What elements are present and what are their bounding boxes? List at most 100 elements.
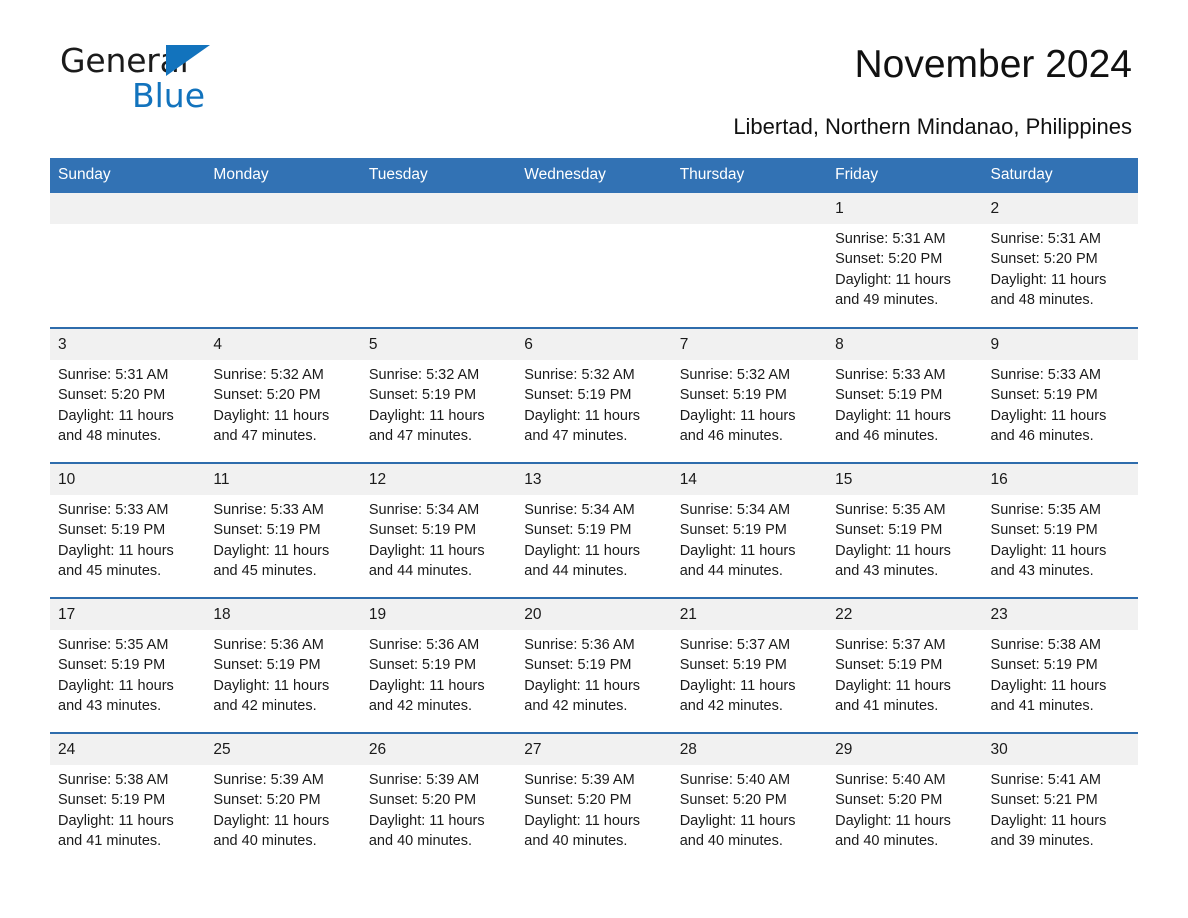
calendar-day-cell[interactable]: 23 Sunrise: 5:38 AM Sunset: 5:19 PM Dayligh…: [982, 597, 1138, 733]
generalblue-logo[interactable]: General Blue: [60, 44, 320, 114]
calendar-day-cell[interactable]: 1 Sunrise: 5:31 AM Sunset: 5:20 PM Daylight…: [827, 193, 983, 328]
calendar-day-cell[interactable]: 6 Sunrise: 5:32 AM Sunset: 5:19 PM Daylight…: [516, 327, 672, 463]
day-number: [205, 193, 361, 224]
calendar-day-cell[interactable]: 24 Sunrise: 5:38 AM Sunset: 5:19 PM Dayligh…: [50, 732, 206, 868]
daylight-text-cont: and 41 minutes.: [990, 697, 1094, 714]
calendar-day-cell[interactable]: 27 Sunrise: 5:39 AM Sunset: 5:20 PM Dayligh…: [516, 732, 672, 868]
daylight-text: Daylight: 11 hours: [58, 407, 174, 424]
calendar-day-cell[interactable]: 15 Sunrise: 5:35 AM Sunset: 5:19 PM Dayligh…: [827, 462, 983, 598]
sunrise-text: Sunrise: 5:32 AM: [679, 367, 791, 383]
day-number: 11: [205, 464, 361, 495]
day-number: 20: [516, 599, 672, 630]
daylight-text: Daylight: 11 hours: [990, 677, 1107, 694]
day-number: 2: [982, 193, 1138, 224]
day-number: 26: [360, 734, 517, 765]
daylight-text: Daylight: 11 hours: [835, 407, 951, 424]
day-number: 6: [516, 329, 672, 360]
calendar-day-cell[interactable]: 3 Sunrise: 5:31 AM Sunset: 5:20 PM Daylight…: [50, 327, 206, 463]
sunset-text: Sunset: 5:19 PM: [524, 522, 632, 539]
daylight-text: Daylight: 11 hours: [368, 542, 485, 559]
sunset-text: Sunset: 5:20 PM: [524, 792, 632, 809]
sunrise-text: Sunrise: 5:34 AM: [679, 502, 791, 518]
daylight-text-cont: and 40 minutes.: [213, 832, 317, 849]
daylight-text-cont: and 45 minutes.: [58, 562, 162, 579]
daylight-text: Daylight: 11 hours: [524, 812, 641, 829]
daylight-text: Daylight: 11 hours: [213, 812, 330, 829]
sunset-text: Sunset: 5:19 PM: [679, 387, 787, 404]
calendar-day-cell[interactable]: 28 Sunrise: 5:40 AM Sunset: 5:20 PM Dayligh…: [671, 732, 828, 868]
calendar-day-cell[interactable]: 7 Sunrise: 5:32 AM Sunset: 5:19 PM Daylight…: [671, 327, 828, 463]
daylight-text: Daylight: 11 hours: [835, 542, 951, 559]
sunrise-text: Sunrise: 5:38 AM: [990, 637, 1101, 653]
sunset-text: Sunset: 5:19 PM: [58, 657, 166, 674]
day-number: 29: [827, 734, 983, 765]
sunrise-text: Sunrise: 5:31 AM: [835, 231, 946, 247]
daylight-text-cont: and 47 minutes.: [368, 427, 473, 444]
day-number: 23: [982, 599, 1138, 630]
sunrise-text: Sunrise: 5:40 AM: [835, 772, 946, 788]
day-number: 12: [360, 464, 517, 495]
daylight-text: Daylight: 11 hours: [679, 677, 796, 694]
calendar-day-cell[interactable]: 10 Sunrise: 5:33 AM Sunset: 5:19 PM Dayligh…: [50, 462, 206, 598]
calendar-table: Sunday Monday Tuesday Wednesday Thursday…: [50, 158, 1138, 868]
sunset-text: Sunset: 5:19 PM: [835, 522, 943, 539]
sunrise-text: Sunrise: 5:35 AM: [835, 502, 946, 518]
day-number: 7: [671, 329, 828, 360]
daylight-text-cont: and 39 minutes.: [990, 832, 1094, 849]
sunrise-text: Sunrise: 5:32 AM: [213, 367, 324, 383]
logo-text-blue: Blue: [132, 76, 206, 115]
calendar-grid: Sunday Monday Tuesday Wednesday Thursday…: [50, 158, 1138, 868]
day-details: Sunrise: 5:33 AM Sunset: 5:19 PM Daylight:…: [205, 495, 360, 581]
daylight-text: Daylight: 11 hours: [213, 677, 330, 694]
day-details: Sunrise: 5:31 AM Sunset: 5:20 PM Daylight:…: [827, 224, 982, 310]
sunset-text: Sunset: 5:20 PM: [835, 792, 943, 809]
calendar-day-cell[interactable]: 18 Sunrise: 5:36 AM Sunset: 5:19 PM Dayligh…: [205, 597, 361, 733]
calendar-day-cell[interactable]: 20 Sunrise: 5:36 AM Sunset: 5:19 PM Dayligh…: [516, 597, 672, 733]
day-number: 4: [205, 329, 361, 360]
calendar-day-cell[interactable]: 5 Sunrise: 5:32 AM Sunset: 5:19 PM Daylight…: [360, 327, 517, 463]
calendar-day-cell[interactable]: 25 Sunrise: 5:39 AM Sunset: 5:20 PM Dayligh…: [205, 732, 361, 868]
sunrise-text: Sunrise: 5:38 AM: [58, 772, 169, 788]
daylight-text: Daylight: 11 hours: [58, 812, 174, 829]
calendar-day-cell[interactable]: 8 Sunrise: 5:33 AM Sunset: 5:19 PM Daylight…: [827, 327, 983, 463]
daylight-text-cont: and 46 minutes.: [835, 427, 939, 444]
daylight-text: Daylight: 11 hours: [990, 542, 1107, 559]
calendar-day-cell[interactable]: 14 Sunrise: 5:34 AM Sunset: 5:19 PM Dayligh…: [671, 462, 828, 598]
calendar-day-cell[interactable]: 11 Sunrise: 5:33 AM Sunset: 5:19 PM Dayligh…: [205, 462, 361, 598]
calendar-day-cell[interactable]: 2 Sunrise: 5:31 AM Sunset: 5:20 PM Daylight…: [982, 193, 1138, 328]
calendar-day-cell[interactable]: 30 Sunrise: 5:41 AM Sunset: 5:21 PM Dayligh…: [982, 732, 1138, 868]
sunset-text: Sunset: 5:19 PM: [524, 657, 632, 674]
sunset-text: Sunset: 5:19 PM: [524, 387, 632, 404]
daylight-text: Daylight: 11 hours: [990, 271, 1107, 288]
daylight-text-cont: and 48 minutes.: [58, 427, 162, 444]
calendar-day-cell[interactable]: 29 Sunrise: 5:40 AM Sunset: 5:20 PM Dayligh…: [827, 732, 983, 868]
calendar-day-cell[interactable]: 22 Sunrise: 5:37 AM Sunset: 5:19 PM Dayligh…: [827, 597, 983, 733]
day-number: 30: [982, 734, 1138, 765]
day-details: Sunrise: 5:33 AM Sunset: 5:19 PM Daylight:…: [983, 360, 1138, 446]
day-details: Sunrise: 5:38 AM Sunset: 5:19 PM Daylight:…: [50, 765, 205, 851]
calendar-day-cell[interactable]: 16 Sunrise: 5:35 AM Sunset: 5:19 PM Dayligh…: [982, 462, 1138, 598]
sunset-text: Sunset: 5:19 PM: [679, 657, 787, 674]
sunrise-text: Sunrise: 5:39 AM: [213, 772, 324, 788]
day-details: Sunrise: 5:37 AM Sunset: 5:19 PM Daylight:…: [827, 630, 982, 716]
calendar-day-cell[interactable]: 4 Sunrise: 5:32 AM Sunset: 5:20 PM Daylight…: [205, 327, 361, 463]
calendar-day-cell[interactable]: 13 Sunrise: 5:34 AM Sunset: 5:19 PM Dayligh…: [516, 462, 672, 598]
calendar-day-cell[interactable]: 19 Sunrise: 5:36 AM Sunset: 5:19 PM Dayligh…: [360, 597, 517, 733]
calendar-day-cell[interactable]: 12 Sunrise: 5:34 AM Sunset: 5:19 PM Dayligh…: [360, 462, 517, 598]
weekday-header-tuesday: Tuesday: [360, 158, 517, 193]
calendar-day-cell[interactable]: 21 Sunrise: 5:37 AM Sunset: 5:19 PM Dayligh…: [671, 597, 828, 733]
day-details: Sunrise: 5:35 AM Sunset: 5:19 PM Daylight:…: [827, 495, 982, 581]
sunrise-text: Sunrise: 5:33 AM: [835, 367, 946, 383]
daylight-text: Daylight: 11 hours: [58, 542, 174, 559]
daylight-text: Daylight: 11 hours: [524, 677, 641, 694]
daylight-text-cont: and 42 minutes.: [213, 697, 317, 714]
calendar-day-cell[interactable]: 26 Sunrise: 5:39 AM Sunset: 5:20 PM Dayligh…: [360, 732, 517, 868]
calendar-day-cell-empty: [671, 193, 828, 328]
calendar-day-cell[interactable]: 9 Sunrise: 5:33 AM Sunset: 5:19 PM Daylight…: [982, 327, 1138, 463]
sunset-text: Sunset: 5:20 PM: [990, 251, 1098, 268]
sunrise-text: Sunrise: 5:33 AM: [213, 502, 324, 518]
day-details: Sunrise: 5:36 AM Sunset: 5:19 PM Daylight:…: [205, 630, 360, 716]
day-details: Sunrise: 5:35 AM Sunset: 5:19 PM Daylight:…: [983, 495, 1138, 581]
sunrise-text: Sunrise: 5:33 AM: [58, 502, 169, 518]
calendar-day-cell[interactable]: 17 Sunrise: 5:35 AM Sunset: 5:19 PM Dayligh…: [50, 597, 206, 733]
